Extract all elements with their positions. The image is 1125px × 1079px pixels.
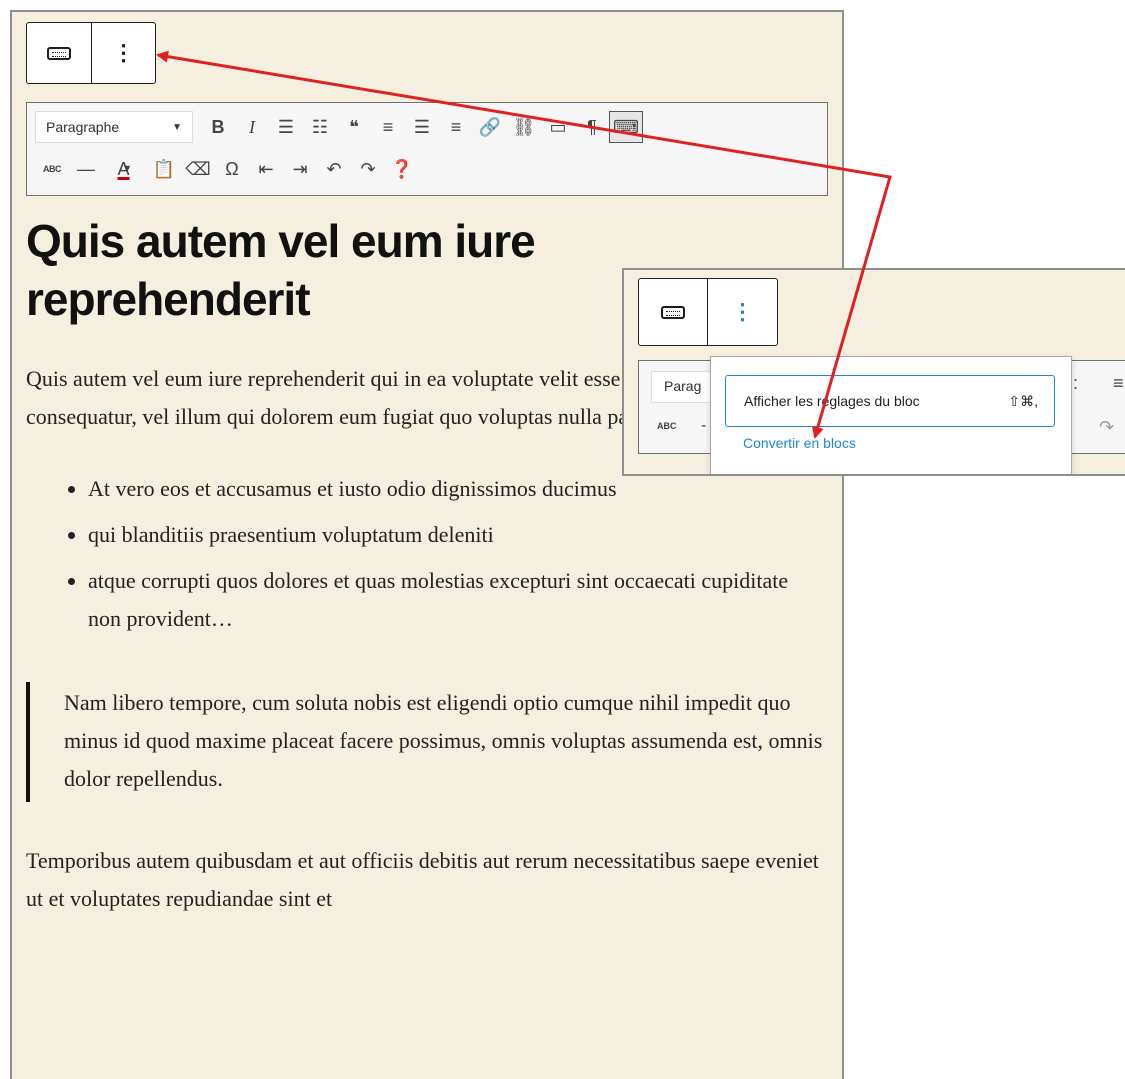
strikethrough-button[interactable]: ABC: [35, 153, 69, 185]
more-options-button[interactable]: ⋮: [92, 23, 155, 83]
bullet-list-button[interactable]: ☰: [269, 111, 303, 143]
strikethrough-icon: ABC: [43, 164, 62, 174]
keyboard-icon: [47, 46, 71, 60]
block-options-menu: Afficher les réglages du bloc ⇧⌘, Conver…: [710, 356, 1072, 474]
keyboard-icon: [661, 305, 685, 319]
redo-icon[interactable]: ↷: [1099, 417, 1114, 438]
bullet-list-icon: ☰: [277, 116, 295, 137]
indent-icon: ⇥: [292, 158, 308, 179]
read-more-button[interactable]: ▭: [541, 111, 575, 143]
horizontal-line-icon[interactable]: -: [701, 417, 706, 435]
code-button[interactable]: ¶: [575, 111, 609, 143]
align-center-icon: ☰: [413, 116, 431, 137]
vertical-ellipsis-icon: ⋮: [112, 40, 135, 65]
more-options-button[interactable]: ⋮: [708, 279, 777, 345]
list-item[interactable]: qui blanditiis praesentium voluptatum de…: [88, 516, 826, 554]
vertical-ellipsis-icon: ⋮: [731, 299, 754, 324]
blockquote-button[interactable]: ❝: [337, 111, 371, 143]
redo-icon: ↷: [360, 158, 376, 179]
align-left-icon: ≡: [382, 116, 394, 137]
chevron-down-icon: ▼: [172, 121, 182, 133]
read-more-icon: ▭: [549, 116, 567, 137]
align-left-button[interactable]: ≡: [371, 111, 405, 143]
paste-text-icon: 📋: [152, 158, 176, 179]
indent-button[interactable]: ⇥: [283, 153, 317, 185]
unlink-button[interactable]: ⛓: [507, 111, 541, 143]
blockquote[interactable]: Nam libero tempore, cum soluta nobis est…: [26, 682, 826, 802]
classic-block-button[interactable]: [639, 279, 708, 345]
omega-icon: Ω: [225, 158, 239, 179]
blockquote-icon: ❝: [349, 116, 359, 137]
horizontal-line-icon: —: [77, 158, 95, 179]
help-button[interactable]: ❓: [385, 153, 419, 185]
strikethrough-icon[interactable]: ABC: [657, 421, 677, 431]
align-right-icon: ≡: [450, 116, 462, 137]
italic-icon: I: [249, 116, 255, 137]
redo-button[interactable]: ↷: [351, 153, 385, 185]
special-character-button[interactable]: Ω: [215, 153, 249, 185]
zoomed-block-toolbar: ⋮: [638, 278, 778, 346]
keyboard-shortcut: ⇧⌘,: [1008, 392, 1038, 409]
keyboard-icon: ⌨: [613, 116, 639, 137]
link-icon: 🔗: [478, 116, 502, 137]
list-item[interactable]: atque corrupti quos dolores et quas mole…: [88, 562, 826, 638]
outdent-button[interactable]: ⇤: [249, 153, 283, 185]
bold-button[interactable]: B: [201, 111, 235, 143]
tinymce-toolbar: Paragraphe ▼ B I ☰ ☷ ❝ ≡ ☰ ≡ 🔗 ⛓ ▭ ¶ ⌨ ABC — A ▼ 📋 ⌫ Ω ⇤ ⇥ ↶ ↷…: [26, 102, 828, 196]
help-icon: ❓: [390, 158, 414, 179]
text-color-button[interactable]: A ▼: [103, 153, 147, 185]
code-icon: ¶: [587, 116, 597, 137]
eraser-icon: ⌫: [185, 158, 211, 179]
more-icon[interactable]: :: [1073, 373, 1078, 394]
editor-canvas: ⋮ Paragraphe ▼ B I ☰ ☷ ❝ ≡ ☰ ≡ 🔗 ⛓ ▭ ¶ ⌨ ABC — A ▼ 📋 ⌫ Ω ⇤ ⇥…: [10, 10, 844, 1079]
align-right-button[interactable]: ≡: [439, 111, 473, 143]
toolbar-row-2: ABC — A ▼ 📋 ⌫ Ω ⇤ ⇥ ↶ ↷ ❓: [35, 153, 419, 185]
clear-formatting-button[interactable]: ⌫: [181, 153, 215, 185]
undo-button[interactable]: ↶: [317, 153, 351, 185]
block-toolbar: ⋮: [26, 22, 156, 84]
toolbar-row-1: Paragraphe ▼ B I ☰ ☷ ❝ ≡ ☰ ≡ 🔗 ⛓ ▭ ¶ ⌨: [35, 111, 643, 143]
undo-icon: ↶: [326, 158, 342, 179]
paragraph-2[interactable]: Temporibus autem quibusdam et aut offici…: [26, 842, 826, 918]
format-select[interactable]: Paragraphe ▼: [35, 111, 193, 143]
numbered-list-button[interactable]: ☷: [303, 111, 337, 143]
link-button[interactable]: 🔗: [473, 111, 507, 143]
align-center-icon[interactable]: ≡: [1113, 373, 1124, 394]
classic-block-button[interactable]: [27, 23, 92, 83]
outdent-icon: ⇤: [258, 158, 274, 179]
bold-icon: B: [211, 116, 225, 137]
horizontal-line-button[interactable]: —: [69, 153, 103, 185]
italic-button[interactable]: I: [235, 111, 269, 143]
align-center-button[interactable]: ☰: [405, 111, 439, 143]
menu-item-label: Afficher les réglages du bloc: [744, 393, 920, 409]
paste-text-button[interactable]: 📋: [147, 153, 181, 185]
unlink-icon: ⛓: [512, 116, 536, 137]
numbered-list-icon: ☷: [311, 116, 329, 137]
toolbar-toggle-button[interactable]: ⌨: [609, 111, 643, 143]
convert-to-blocks-item[interactable]: Convertir en blocs: [743, 435, 856, 451]
bullet-list: At vero eos et accusamus et iusto odio d…: [26, 470, 826, 638]
zoomed-inset: ⋮ Parag ABC - : ≡ ↷ Afficher les réglage…: [622, 268, 1125, 476]
chevron-down-icon: ▼: [121, 163, 133, 175]
show-block-settings-item[interactable]: Afficher les réglages du bloc ⇧⌘,: [725, 375, 1055, 427]
format-select-value: Paragraphe: [46, 119, 120, 135]
